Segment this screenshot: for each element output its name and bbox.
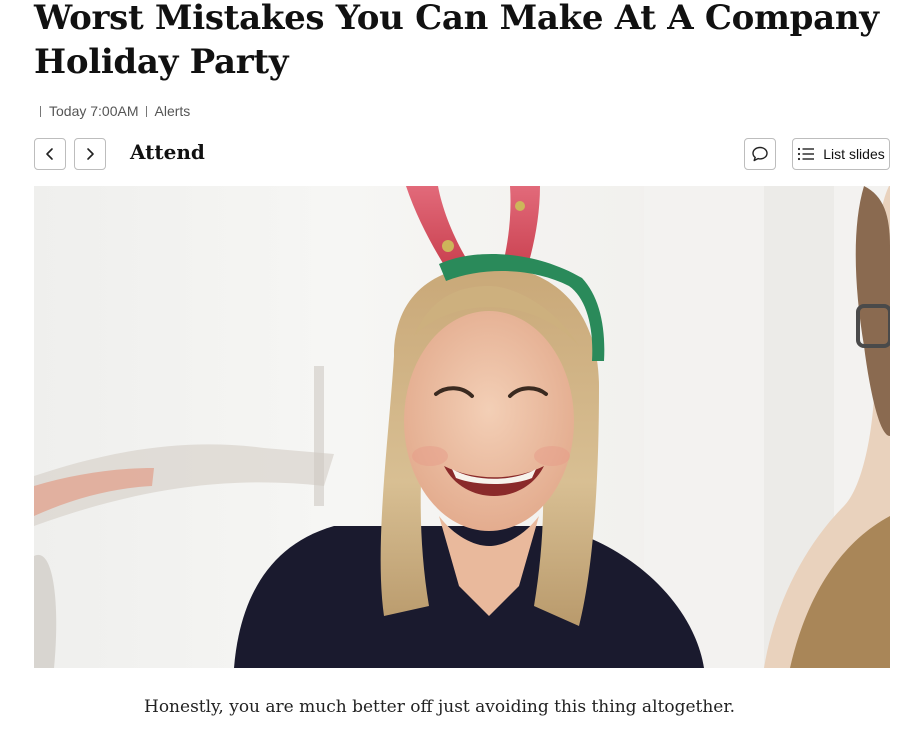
comments-button[interactable] (744, 138, 776, 170)
chevron-left-icon (46, 148, 53, 160)
previous-slide-button[interactable] (34, 138, 66, 170)
slide-image (34, 186, 890, 668)
alerts-link[interactable]: Alerts (155, 103, 191, 119)
slide-title: Attend (130, 140, 205, 164)
meta-divider (40, 105, 41, 117)
speech-bubble-icon (752, 146, 768, 162)
chevron-right-icon (87, 148, 94, 160)
list-slides-label: List slides (823, 146, 885, 162)
list-icon (798, 147, 815, 161)
slide-caption: Honestly, you are much better off just a… (144, 697, 736, 717)
article-headline: Worst Mistakes You Can Make At A Company… (34, 0, 879, 82)
next-slide-button[interactable] (74, 138, 106, 170)
meta-divider (145, 105, 147, 117)
publish-time: Today 7:00AM (49, 103, 139, 119)
list-slides-button[interactable]: List slides (792, 138, 890, 170)
article-page: Worst Mistakes You Can Make At A Company… (0, 0, 904, 730)
article-meta: Today 7:00AM Alerts (40, 101, 190, 121)
